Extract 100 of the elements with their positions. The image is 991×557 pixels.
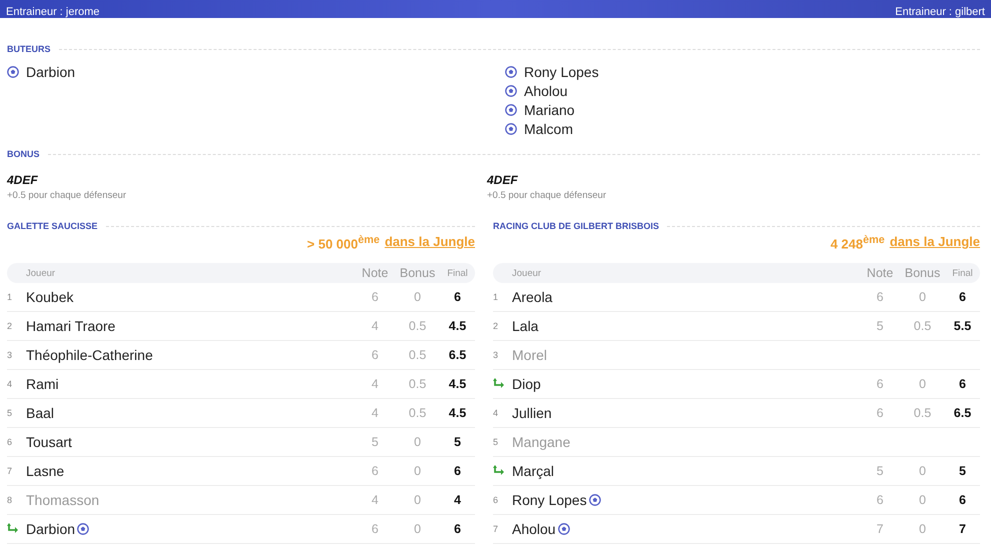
final-score: 6 bbox=[959, 493, 966, 508]
note-value: 6 bbox=[876, 493, 884, 508]
soccer-ball-icon bbox=[505, 84, 517, 96]
final-score: 5.5 bbox=[954, 319, 972, 334]
substitution-arrow-icon bbox=[7, 523, 19, 536]
note-value: 5 bbox=[372, 435, 378, 450]
final-score: 4.5 bbox=[448, 319, 466, 334]
jungle-link[interactable]: dans la Jungle bbox=[890, 234, 980, 252]
note-value: 4 bbox=[372, 319, 378, 334]
bonus-value: 0.5 bbox=[408, 406, 426, 420]
player-name: Théophile-Catherine bbox=[26, 347, 153, 364]
bonus-value: 0 bbox=[919, 290, 926, 304]
player-name: Baal bbox=[26, 405, 54, 422]
team-name: GALETTE SAUCISSE bbox=[7, 221, 98, 231]
row-number: 8 bbox=[7, 495, 12, 506]
row-number: 4 bbox=[7, 379, 12, 390]
bonus-name: 4DEF bbox=[487, 173, 519, 187]
player-name: Hamari Traore bbox=[26, 318, 116, 334]
bonus-value: 0 bbox=[414, 435, 421, 450]
row-number: 3 bbox=[7, 350, 12, 360]
row-number: 5 bbox=[7, 408, 12, 418]
bonus-value: 0 bbox=[414, 464, 421, 478]
final-score: 4 bbox=[454, 493, 461, 508]
column-header: Joueur bbox=[25, 268, 56, 279]
player-name: Areola bbox=[512, 289, 552, 306]
note-value: 4 bbox=[372, 406, 378, 420]
player-name: Tousart bbox=[26, 434, 72, 450]
rank-text: > 50 000$^{ème}$ bbox=[307, 234, 380, 252]
scorer-name: Malcom bbox=[524, 120, 574, 136]
note-value: 6 bbox=[372, 464, 378, 478]
bonus-value: 0 bbox=[919, 493, 926, 508]
soccer-ball-icon bbox=[588, 494, 601, 506]
rank-text: 4 248$^{ème}$ bbox=[830, 234, 885, 252]
bonus-value: 0.5 bbox=[914, 319, 932, 334]
bonus-value: 0.5 bbox=[914, 406, 932, 420]
row-number: 1 bbox=[493, 292, 498, 302]
note-value: 5 bbox=[876, 464, 884, 478]
row-number: 3 bbox=[493, 350, 498, 360]
column-header: Bonus bbox=[904, 266, 942, 280]
bonus-value: 0 bbox=[919, 522, 926, 536]
section-title: BUTEURS bbox=[7, 44, 51, 54]
note-value: 6 bbox=[876, 377, 884, 392]
row-number: 7 bbox=[493, 524, 498, 534]
player-name: Rony Lopes bbox=[512, 492, 587, 508]
soccer-ball-icon bbox=[7, 66, 19, 78]
scorer-name: Darbion bbox=[26, 64, 76, 80]
final-score: 4.5 bbox=[448, 377, 466, 392]
player-name: Koubek bbox=[26, 289, 74, 306]
column-header: Joueur bbox=[511, 268, 542, 279]
bonus-value: 0 bbox=[919, 464, 926, 478]
final-score: 4.5 bbox=[448, 406, 466, 420]
note-value: 4 bbox=[372, 493, 378, 508]
final-score: 6 bbox=[959, 290, 966, 304]
player-name: Rami bbox=[26, 376, 59, 392]
bonus-value: 0.5 bbox=[408, 348, 426, 362]
jungle-link[interactable]: dans la Jungle bbox=[384, 234, 475, 252]
player-name: Lasne bbox=[26, 463, 64, 480]
substitution-arrow-icon bbox=[493, 378, 505, 390]
soccer-ball-icon bbox=[77, 523, 90, 536]
bonus-name: 4DEF bbox=[7, 173, 39, 187]
bonus-value: 0 bbox=[414, 290, 421, 304]
scorer-name: Mariano bbox=[524, 102, 575, 118]
scorer-name: Rony Lopes bbox=[524, 64, 599, 80]
note-value: 7 bbox=[876, 522, 884, 536]
final-score: 6 bbox=[454, 522, 461, 536]
row-number: 6 bbox=[493, 495, 498, 506]
note-value: 6 bbox=[372, 348, 378, 362]
player-name: Jullien bbox=[512, 405, 552, 422]
final-score: 6 bbox=[959, 377, 966, 392]
bonus-description: +0.5 pour chaque défenseur bbox=[487, 190, 608, 201]
player-name: Aholou bbox=[512, 521, 556, 538]
note-value: 6 bbox=[876, 290, 884, 304]
bonus-description: +0.5 pour chaque défenseur bbox=[7, 190, 128, 201]
bonus-value: 0 bbox=[414, 522, 421, 536]
final-score: 6 bbox=[454, 290, 461, 304]
player-name: Marçal bbox=[512, 463, 554, 480]
player-name: Morel bbox=[512, 347, 548, 364]
player-name: Darbion bbox=[26, 521, 76, 538]
final-score: 6 bbox=[454, 464, 461, 478]
row-number: 6 bbox=[7, 437, 12, 448]
team-name: RACING CLUB DE GILBERT BRISBOIS bbox=[493, 221, 660, 231]
final-score: 5 bbox=[959, 464, 966, 478]
bonus-value: 0.5 bbox=[408, 319, 426, 334]
final-score: 5 bbox=[454, 435, 461, 450]
soccer-ball-icon bbox=[505, 66, 517, 78]
row-number: 5 bbox=[493, 437, 498, 448]
soccer-ball-icon bbox=[505, 122, 517, 134]
note-value: 6 bbox=[372, 522, 378, 536]
final-score: 6.5 bbox=[954, 406, 972, 420]
row-number: 2 bbox=[7, 321, 12, 332]
player-name: Thomasson bbox=[26, 492, 100, 508]
note-value: 5 bbox=[876, 319, 884, 334]
note-value: 6 bbox=[876, 406, 884, 420]
column-header: Final bbox=[951, 268, 974, 279]
note-value: 4 bbox=[372, 377, 378, 392]
scorer-name: Aholou bbox=[524, 82, 568, 98]
note-value: 6 bbox=[372, 290, 378, 304]
column-header: Note bbox=[866, 266, 894, 280]
player-name: Diop bbox=[512, 376, 541, 392]
soccer-ball-icon bbox=[505, 104, 517, 116]
